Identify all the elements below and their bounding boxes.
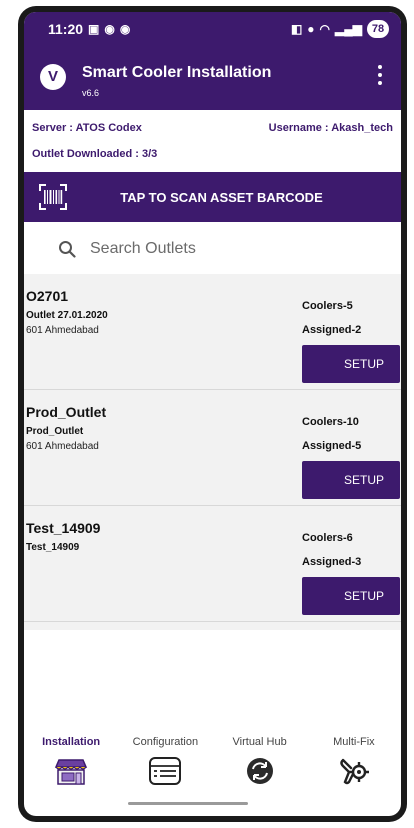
outlet-code: Test_14909: [26, 520, 101, 536]
session-info: Server : ATOS Codex Username : Akash_tec…: [24, 110, 401, 170]
bottom-navigation: Installation Configuration Virtual Hub M…: [24, 736, 401, 806]
tab-label: Multi-Fix: [333, 736, 375, 748]
outlet-address: 601 Ahmedabad: [26, 325, 99, 336]
app-title: Smart Cooler Installation: [82, 64, 272, 81]
screen: 11:20 ▣ ◉ ◉ ◧ ● ◠ ▂▄▆ 78 V Smart Cooler …: [24, 12, 401, 816]
chat-icon: ◉: [104, 22, 115, 36]
server-label: Server : ATOS Codex: [32, 122, 142, 134]
coolers-count: Coolers-10: [302, 416, 359, 428]
app-version: v6.6: [82, 88, 100, 98]
outlet-row[interactable]: O2701 Outlet 27.01.2020 601 Ahmedabad Co…: [24, 274, 401, 390]
setup-button[interactable]: SETUP: [302, 345, 400, 383]
signal-icon: ▂▄▆: [335, 22, 362, 36]
scan-barcode-button[interactable]: TAP TO SCAN ASSET BARCODE: [24, 172, 401, 222]
outlet-row[interactable]: Prod_Outlet Prod_Outlet 601 Ahmedabad Co…: [24, 390, 401, 506]
outlet-list: O2701 Outlet 27.01.2020 601 Ahmedabad Co…: [24, 274, 401, 630]
outlet-name: Outlet 27.01.2020: [26, 310, 108, 321]
tab-installation[interactable]: Installation: [26, 736, 116, 806]
coolers-count: Coolers-5: [302, 300, 353, 312]
outlet-downloaded-label: Outlet Downloaded : 3/3: [32, 148, 158, 160]
coolers-count: Coolers-6: [302, 532, 353, 544]
wifi-icon: ◠: [319, 22, 331, 36]
notification-icon: ▣: [88, 22, 100, 36]
tab-multi-fix[interactable]: Multi-Fix: [309, 736, 399, 806]
location-icon: ●: [307, 22, 315, 36]
scan-barcode-label: TAP TO SCAN ASSET BARCODE: [120, 189, 323, 205]
tab-label: Installation: [42, 736, 101, 748]
search-icon: [59, 241, 76, 258]
username-label: Username : Akash_tech: [268, 122, 393, 134]
outlet-row[interactable]: Test_14909 Test_14909 Coolers-6 Assigned…: [24, 506, 401, 622]
app-bar: 11:20 ▣ ◉ ◉ ◧ ● ◠ ▂▄▆ 78 V Smart Cooler …: [24, 12, 401, 110]
status-bar: 11:20 ▣ ◉ ◉ ◧ ● ◠ ▂▄▆ 78: [24, 12, 401, 46]
status-time: 11:20: [48, 21, 84, 37]
assigned-count: Assigned-2: [302, 324, 362, 336]
vibrate-icon: ◧: [290, 22, 303, 36]
assigned-count: Assigned-3: [302, 556, 362, 568]
home-indicator[interactable]: [128, 802, 248, 805]
assigned-count: Assigned-5: [302, 440, 362, 452]
store-icon: [54, 759, 88, 785]
chat-icon-2: ◉: [119, 22, 131, 36]
app-logo-icon: V: [40, 64, 66, 90]
tab-virtual-hub[interactable]: Virtual Hub: [215, 736, 305, 806]
outlet-code: Prod_Outlet: [26, 404, 107, 420]
battery-badge: 78: [367, 20, 389, 38]
tab-configuration[interactable]: Configuration: [120, 736, 210, 806]
tab-label: Configuration: [132, 736, 199, 748]
setup-button[interactable]: SETUP: [302, 461, 400, 499]
outlet-name: Prod_Outlet: [26, 426, 84, 437]
outlet-address: 601 Ahmedabad: [26, 441, 99, 452]
outlet-code: O2701: [26, 288, 69, 304]
sync-icon: [246, 758, 273, 784]
search-input[interactable]: [90, 240, 350, 258]
overflow-menu-icon[interactable]: [373, 62, 387, 88]
tools-icon: [340, 758, 369, 785]
list-icon: [149, 757, 182, 785]
search-bar: [24, 224, 401, 274]
outlet-name: Test_14909: [26, 542, 80, 553]
setup-button[interactable]: SETUP: [302, 577, 400, 615]
phone-frame: 11:20 ▣ ◉ ◉ ◧ ● ◠ ▂▄▆ 78 V Smart Cooler …: [18, 6, 407, 822]
tab-label: Virtual Hub: [232, 736, 287, 748]
